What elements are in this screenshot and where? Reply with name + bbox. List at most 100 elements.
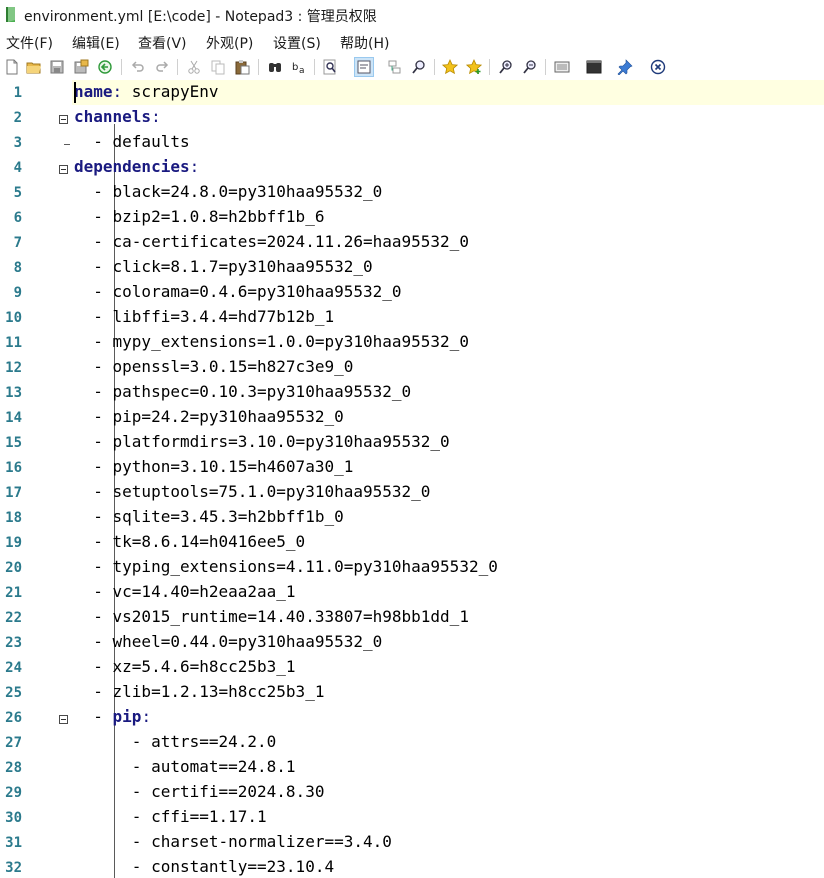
menu-file[interactable]: 文件(F) bbox=[6, 33, 53, 53]
paste-icon[interactable] bbox=[232, 57, 252, 77]
title-bar[interactable]: environment.yml [E:\code] - Notepad3 : 管… bbox=[0, 0, 824, 30]
fold-margin[interactable] bbox=[50, 80, 115, 878]
code-line: - setuptools=75.1.0=py310haa95532_0 bbox=[74, 482, 430, 501]
fold-toggle-icon[interactable] bbox=[59, 715, 68, 724]
menu-help[interactable]: 帮助(H) bbox=[340, 33, 389, 53]
line-number: 23 bbox=[5, 635, 22, 651]
yaml-value: - vs2015_runtime=14.40.33807=h98bb1dd_1 bbox=[93, 607, 469, 626]
yaml-key: dependencies bbox=[74, 157, 190, 176]
yaml-value: - xz=5.4.6=h8cc25b3_1 bbox=[93, 657, 296, 676]
code-line: - bzip2=1.0.8=h2bbff1b_6 bbox=[74, 207, 324, 226]
fold-guide-gap bbox=[64, 145, 65, 165]
yaml-value: - sqlite=3.45.3=h2bbff1b_0 bbox=[93, 507, 344, 526]
yaml-value: - click=8.1.7=py310haa95532_0 bbox=[93, 257, 373, 276]
line-number: 19 bbox=[5, 535, 22, 551]
close-icon[interactable] bbox=[648, 57, 668, 77]
open-folder-icon[interactable] bbox=[24, 57, 44, 77]
copy-icon[interactable] bbox=[208, 57, 228, 77]
find-icon[interactable] bbox=[265, 57, 285, 77]
yaml-value: - cffi==1.17.1 bbox=[131, 807, 267, 826]
undo-icon[interactable] bbox=[128, 57, 148, 77]
line-number: 32 bbox=[5, 860, 22, 876]
line-number: 31 bbox=[5, 835, 22, 851]
line-number-gutter[interactable]: 1 2 3 4 5 6 7 8 9 10 11 12 13 14 15 16 17 18 19 20 21 22 23 24 2… bbox=[0, 80, 50, 878]
yaml-value: - pip=24.2=py310haa95532_0 bbox=[93, 407, 344, 426]
yaml-value: - pathspec=0.10.3=py310haa95532_0 bbox=[93, 382, 412, 401]
schema-icon[interactable] bbox=[552, 57, 572, 77]
fold-toggle-icon[interactable] bbox=[59, 115, 68, 124]
line-number: 17 bbox=[5, 485, 22, 501]
code-line: - click=8.1.7=py310haa95532_0 bbox=[74, 257, 373, 276]
editor-area[interactable]: 1 2 3 4 5 6 7 8 9 10 11 12 13 14 15 16 17 18 19 20 21 22 23 24 2… bbox=[0, 80, 824, 878]
save-icon[interactable] bbox=[47, 57, 67, 77]
line-number: 13 bbox=[5, 385, 22, 401]
line-number: 6 bbox=[13, 210, 22, 226]
code-line: - typing_extensions=4.11.0=py310haa95532… bbox=[74, 557, 498, 576]
line-number: 10 bbox=[5, 310, 22, 326]
yaml-value: - colorama=0.4.6=py310haa95532_0 bbox=[93, 282, 402, 301]
add-favorite-icon[interactable] bbox=[464, 57, 484, 77]
cut-icon[interactable] bbox=[184, 57, 204, 77]
window-title: environment.yml [E:\code] - Notepad3 : 管… bbox=[24, 9, 377, 25]
code-line: - wheel=0.44.0=py310haa95532_0 bbox=[74, 632, 382, 651]
yaml-key: channels bbox=[74, 107, 152, 126]
code-line: - cffi==1.17.1 bbox=[74, 807, 267, 826]
line-number: 16 bbox=[5, 460, 22, 476]
menu-appearance[interactable]: 外观(P) bbox=[206, 33, 253, 53]
code-line: - xz=5.4.6=h8cc25b3_1 bbox=[74, 657, 296, 676]
yaml-key: name bbox=[74, 82, 113, 101]
code-line: - automat==24.8.1 bbox=[74, 757, 296, 776]
save-as-icon[interactable] bbox=[71, 57, 91, 77]
line-number: 1 bbox=[13, 85, 22, 101]
line-number: 27 bbox=[5, 735, 22, 751]
code-line: - constantly==23.10.4 bbox=[74, 857, 334, 876]
yaml-value: - attrs==24.2.0 bbox=[131, 732, 277, 751]
find-in-files-icon[interactable] bbox=[320, 57, 340, 77]
yaml-value: - libffi=3.4.4=hd77b12b_1 bbox=[93, 307, 335, 326]
reload-icon[interactable] bbox=[95, 57, 115, 77]
code-line: - charset-normalizer==3.4.0 bbox=[74, 832, 392, 851]
replace-icon[interactable]: ba bbox=[289, 57, 309, 77]
new-file-icon[interactable] bbox=[2, 57, 22, 77]
line-number: 26 bbox=[5, 710, 22, 726]
menu-view[interactable]: 查看(V) bbox=[138, 33, 187, 53]
zoom-in-icon[interactable] bbox=[496, 57, 516, 77]
terminal-icon[interactable] bbox=[584, 57, 604, 77]
yaml-value: - tk=8.6.14=h0416ee5_0 bbox=[93, 532, 306, 551]
line-number: 20 bbox=[5, 560, 22, 576]
word-wrap-icon[interactable] bbox=[354, 57, 374, 77]
code-line: - ca-certificates=2024.11.26=haa95532_0 bbox=[74, 232, 469, 251]
menu-settings[interactable]: 设置(S) bbox=[273, 33, 321, 53]
favorite-icon[interactable] bbox=[440, 57, 460, 77]
fold-toggle-icon[interactable] bbox=[59, 165, 68, 174]
yaml-value: - ca-certificates=2024.11.26=haa95532_0 bbox=[93, 232, 469, 251]
pin-icon[interactable] bbox=[615, 57, 635, 77]
line-number: 24 bbox=[5, 660, 22, 676]
yaml-value: - vc=14.40=h2eaa2aa_1 bbox=[93, 582, 296, 601]
yaml-value: scrapyEnv bbox=[131, 82, 219, 101]
line-number: 29 bbox=[5, 785, 22, 801]
zoom-out-icon[interactable] bbox=[520, 57, 540, 77]
line-number: 14 bbox=[5, 410, 22, 426]
yaml-value: - typing_extensions=4.11.0=py310haa95532… bbox=[93, 557, 498, 576]
line-number: 7 bbox=[13, 235, 22, 251]
redo-icon[interactable] bbox=[152, 57, 172, 77]
line-number: 9 bbox=[13, 285, 22, 301]
yaml-value: - mypy_extensions=1.0.0=py310haa95532_0 bbox=[93, 332, 469, 351]
code-indent: - bbox=[74, 707, 113, 726]
zoom-selection-icon[interactable] bbox=[409, 57, 429, 77]
goto-icon[interactable] bbox=[385, 57, 405, 77]
menu-edit[interactable]: 编辑(E) bbox=[72, 33, 120, 53]
